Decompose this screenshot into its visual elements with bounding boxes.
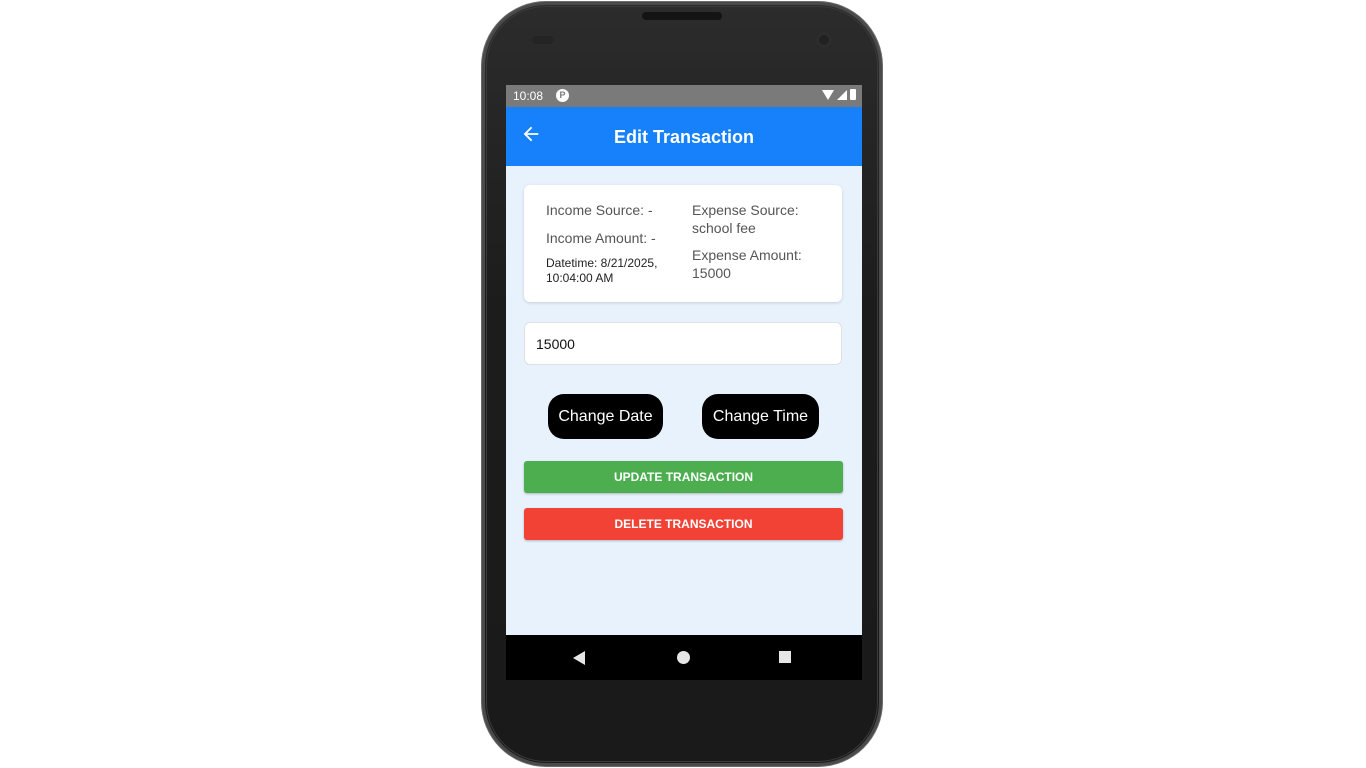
amount-input[interactable] [524, 322, 842, 365]
home-circle-icon[interactable] [677, 651, 690, 664]
income-source: Income Source: - [546, 202, 653, 218]
transaction-datetime: Datetime: 8/21/2025, 10:04:00 AM [546, 256, 658, 285]
wifi-icon [822, 89, 834, 100]
front-camera-icon [816, 32, 832, 48]
income-amount: Income Amount: - [546, 230, 656, 246]
page-title: Edit Transaction [613, 127, 755, 147]
app-notification-icon: P [556, 89, 569, 102]
proximity-sensor [532, 36, 554, 44]
status-icons [822, 89, 856, 100]
update-transaction-button[interactable]: UPDATE TRANSACTION [524, 461, 843, 493]
income-column: Income Source: - Income Amount: - Dateti… [546, 201, 686, 286]
status-time: 10:08 [513, 89, 544, 103]
battery-icon [850, 89, 856, 100]
expense-source: Expense Source: school fee [692, 202, 799, 236]
transaction-details-card: Income Source: - Income Amount: - Dateti… [524, 185, 842, 302]
device-screen: 10:08 P Edit Transaction Income Source: … [506, 85, 862, 680]
back-triangle-icon[interactable] [573, 651, 585, 665]
system-nav-bar [506, 635, 862, 680]
earpiece-speaker [642, 12, 722, 20]
status-bar: 10:08 P [506, 85, 862, 107]
change-time-button[interactable]: Change Time [702, 394, 819, 439]
signal-icon [837, 89, 847, 100]
change-date-button[interactable]: Change Date [548, 394, 663, 439]
app-bar: Edit Transaction [506, 107, 862, 166]
delete-transaction-button[interactable]: DELETE TRANSACTION [524, 508, 843, 540]
expense-column: Expense Source: school fee Expense Amoun… [692, 201, 832, 282]
expense-amount: Expense Amount: 15000 [692, 247, 802, 281]
recents-square-icon[interactable] [779, 651, 791, 663]
